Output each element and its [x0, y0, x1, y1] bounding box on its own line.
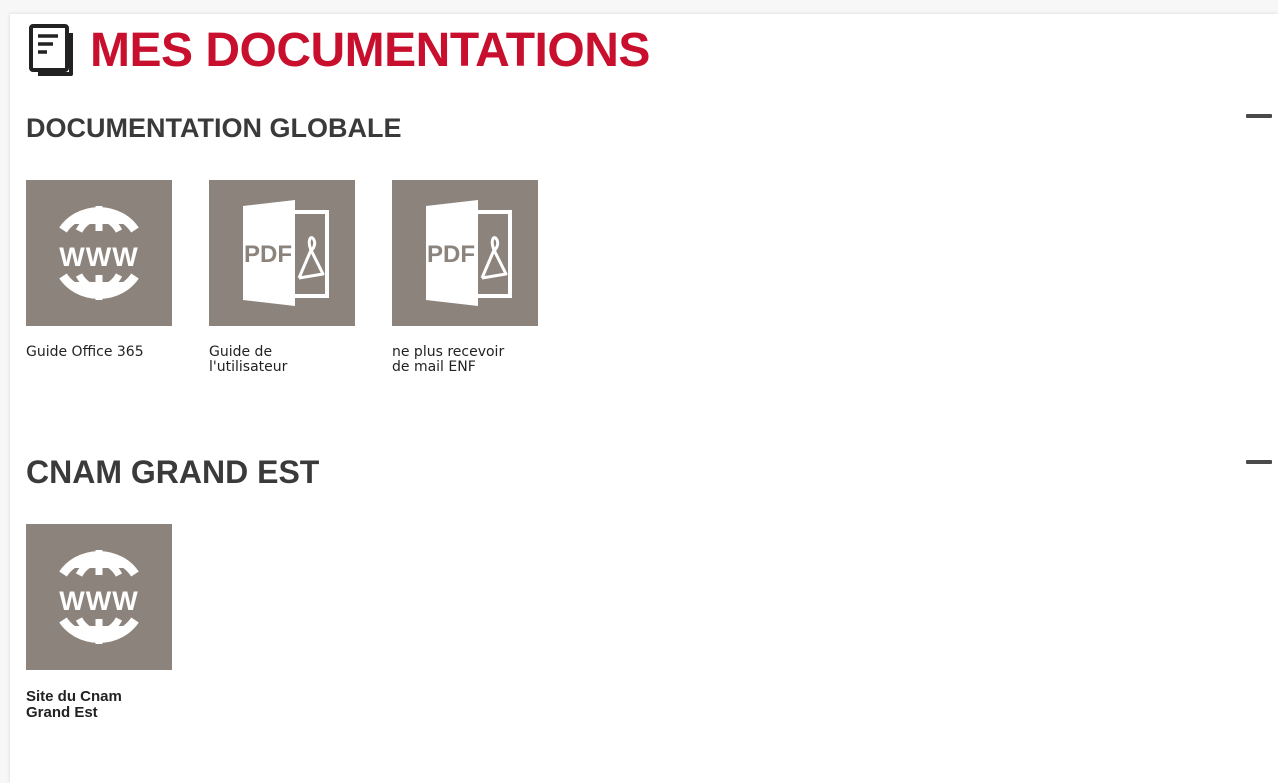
section-documentation-globale: DOCUMENTATION GLOBALE WWW Guide Office 3… — [26, 110, 1278, 375]
documents-grid: WWW Guide Office 365 PDF Guide de l'util… — [26, 180, 575, 375]
tile-thumbnail: WWW — [26, 524, 172, 670]
doc-tile-guide-utilisateur[interactable]: PDF Guide de l'utilisateur — [209, 180, 355, 375]
minus-icon[interactable] — [1246, 460, 1272, 464]
doc-tile-guide-office-365[interactable]: WWW Guide Office 365 — [26, 180, 172, 375]
pdf-file-icon: PDF — [243, 200, 329, 306]
svg-text:WWW: WWW — [59, 242, 138, 272]
tile-thumbnail: WWW — [26, 180, 172, 326]
tile-thumbnail: PDF — [209, 180, 355, 326]
tile-label: Guide Office 365 — [26, 344, 144, 360]
document-icon — [29, 24, 73, 76]
minus-icon[interactable] — [1246, 114, 1272, 118]
doc-tile-site-cnam-grand-est[interactable]: WWW Site du Cnam Grand Est — [26, 524, 172, 721]
tile-label: ne plus recevoir de mail ENF — [392, 344, 505, 375]
tile-label: Site du Cnam Grand Est — [26, 688, 122, 721]
tile-label: Guide de l'utilisateur — [209, 344, 288, 375]
section-title: DOCUMENTATION GLOBALE — [26, 113, 402, 143]
page-background: MES DOCUMENTATIONS DOCUMENTATION GLOBALE… — [0, 0, 1278, 783]
documents-grid: WWW Site du Cnam Grand Est — [26, 524, 209, 721]
page-title: MES DOCUMENTATIONS — [90, 23, 650, 77]
pdf-file-icon: PDF — [426, 200, 512, 306]
svg-text:PDF: PDF — [427, 241, 475, 268]
page-header: MES DOCUMENTATIONS — [27, 22, 650, 78]
section-title: CNAM GRAND EST — [26, 454, 320, 490]
section-cnam-grand-est: CNAM GRAND EST WWW Site du Cnam Grand Es… — [26, 452, 1278, 721]
www-globe-icon: WWW — [59, 550, 139, 644]
doc-tile-ne-plus-recevoir-mail[interactable]: PDF ne plus recevoir de mail ENF — [392, 180, 538, 375]
tile-thumbnail: PDF — [392, 180, 538, 326]
svg-text:WWW: WWW — [59, 586, 138, 616]
svg-text:PDF: PDF — [244, 241, 292, 268]
www-globe-icon: WWW — [59, 206, 139, 300]
